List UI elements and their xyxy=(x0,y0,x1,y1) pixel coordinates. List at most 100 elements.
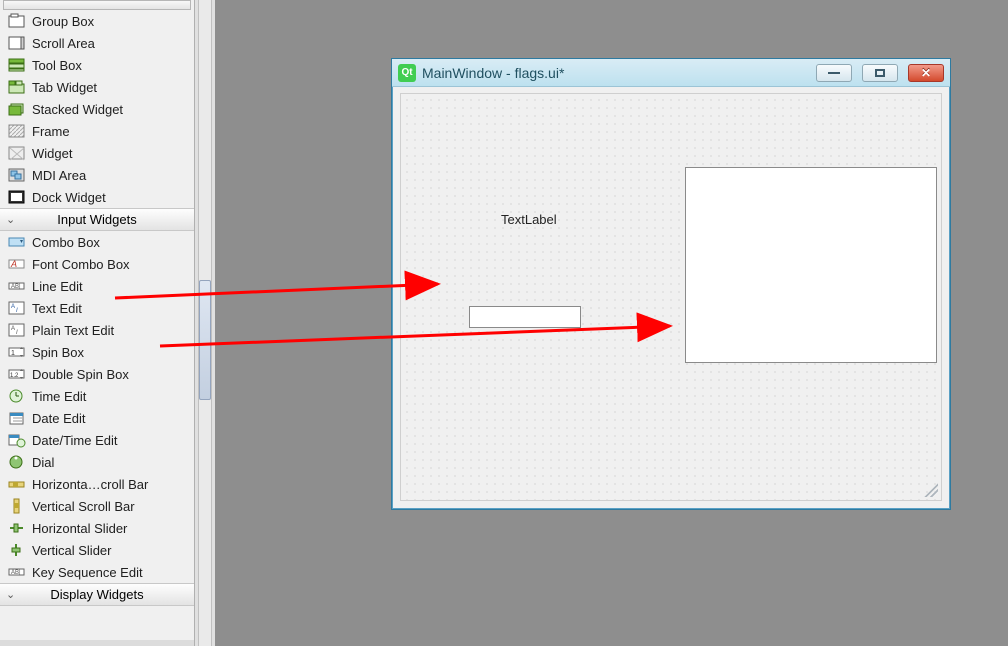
category-input-widgets[interactable]: ⌄ Input Widgets xyxy=(0,208,194,231)
preview-titlebar[interactable]: Qt MainWindow - flags.ui* ✕ xyxy=(392,59,950,87)
svg-text:AB|: AB| xyxy=(11,284,21,290)
widget-item-horizontal-slider[interactable]: Horizontal Slider xyxy=(0,517,194,539)
widget-item-double-spin-box[interactable]: 1.2 Double Spin Box xyxy=(0,363,194,385)
svg-text:1.2: 1.2 xyxy=(10,373,19,379)
svg-text:1: 1 xyxy=(11,350,15,357)
doublespinbox-icon: 1.2 xyxy=(8,366,26,382)
widget-item-label: Key Sequence Edit xyxy=(32,565,143,580)
tabwidget-icon xyxy=(8,79,26,95)
mdiarea-icon xyxy=(8,167,26,183)
widget-item-label: Plain Text Edit xyxy=(32,323,114,338)
groupbox-icon xyxy=(8,13,26,29)
svg-text:AB|: AB| xyxy=(11,570,21,576)
textedit-icon: AI xyxy=(8,300,26,316)
resize-grip-icon[interactable] xyxy=(924,483,938,497)
widget-item-label: Dock Widget xyxy=(32,190,106,205)
widget-item-vertical-slider[interactable]: Vertical Slider xyxy=(0,539,194,561)
widget-item-scroll-area[interactable]: Scroll Area xyxy=(0,32,194,54)
plaintextedit-icon: AI xyxy=(8,322,26,338)
qlabel-widget[interactable]: TextLabel xyxy=(501,212,557,227)
minimize-button[interactable] xyxy=(816,64,852,82)
close-button[interactable]: ✕ xyxy=(908,64,944,82)
widget-item-label: Vertical Scroll Bar xyxy=(32,499,135,514)
widget-item-font-combo-box[interactable]: A Font Combo Box xyxy=(0,253,194,275)
category-display-widgets[interactable]: ⌄ Display Widgets xyxy=(0,583,194,606)
stackedwidget-icon xyxy=(8,101,26,117)
widget-item-text-edit[interactable]: AI Text Edit xyxy=(0,297,194,319)
widget-item-label: Time Edit xyxy=(32,389,86,404)
widget-item-label: Scroll Area xyxy=(32,36,95,51)
widget-item-tool-box[interactable]: Tool Box xyxy=(0,54,194,76)
widget-item-label: Stacked Widget xyxy=(32,102,123,117)
frame-icon xyxy=(8,123,26,139)
widget-item-label: Spin Box xyxy=(32,345,84,360)
widget-item-time-edit[interactable]: Time Edit xyxy=(0,385,194,407)
widget-item-dock-widget[interactable]: Dock Widget xyxy=(0,186,194,208)
keyseq-icon: AB| xyxy=(8,564,26,580)
qt-logo-icon: Qt xyxy=(398,64,416,82)
widget-box-panel: Group Box Scroll Area Tool Box Tab Widge… xyxy=(0,0,195,646)
widget-item-label: MDI Area xyxy=(32,168,86,183)
widget-box-scrollbar[interactable] xyxy=(195,0,215,646)
category-label: Input Widgets xyxy=(57,212,137,227)
widget-item-label: Double Spin Box xyxy=(32,367,129,382)
widget-item-label: Frame xyxy=(32,124,70,139)
widget-item-datetime-edit[interactable]: Date/Time Edit xyxy=(0,429,194,451)
toolbox-icon xyxy=(8,57,26,73)
widget-item-tab-widget[interactable]: Tab Widget xyxy=(0,76,194,98)
widget-item-label: Text Edit xyxy=(32,301,82,316)
widget-item-label: Group Box xyxy=(32,14,94,29)
maximize-button[interactable] xyxy=(862,64,898,82)
widget-item-frame[interactable]: Frame xyxy=(0,120,194,142)
widget-item-label: Horizonta…croll Bar xyxy=(32,477,148,492)
dateedit-icon xyxy=(8,410,26,426)
widget-item-stacked-widget[interactable]: Stacked Widget xyxy=(0,98,194,120)
widget-item-key-sequence-edit[interactable]: AB| Key Sequence Edit xyxy=(0,561,194,583)
widget-item-date-edit[interactable]: Date Edit xyxy=(0,407,194,429)
widget-item-group-box[interactable]: Group Box xyxy=(0,10,194,32)
widget-item-label: Tool Box xyxy=(32,58,82,73)
vslider-icon xyxy=(8,542,26,558)
widget-item-line-edit[interactable]: AB| Line Edit xyxy=(0,275,194,297)
combobox-icon xyxy=(8,234,26,250)
widget-item-label: Tab Widget xyxy=(32,80,97,95)
vscrollbar-icon xyxy=(8,498,26,514)
dial-icon xyxy=(8,454,26,470)
svg-text:A: A xyxy=(11,304,15,310)
svg-text:A: A xyxy=(10,259,17,269)
spinbox-icon: 1 xyxy=(8,344,26,360)
form-design-area[interactable]: TextLabel xyxy=(400,93,942,501)
qtextedit-widget[interactable] xyxy=(685,167,937,363)
widget-item-label: Horizontal Slider xyxy=(32,521,127,536)
category-label: Display Widgets xyxy=(50,587,143,602)
widget-item-label: Date Edit xyxy=(32,411,85,426)
preview-window-title: MainWindow - flags.ui* xyxy=(422,65,564,81)
widget-item-vertical-scroll-bar[interactable]: Vertical Scroll Bar xyxy=(0,495,194,517)
qlineedit-widget[interactable] xyxy=(469,306,581,328)
widget-item-label: Dial xyxy=(32,455,54,470)
widget-item-dial[interactable]: Dial xyxy=(0,451,194,473)
widget-item-widget[interactable]: Widget xyxy=(0,142,194,164)
scrollarea-icon xyxy=(8,35,26,51)
widget-item-plain-text-edit[interactable]: AI Plain Text Edit xyxy=(0,319,194,341)
preview-window[interactable]: Qt MainWindow - flags.ui* ✕ TextLabel xyxy=(391,58,951,510)
widget-item-mdi-area[interactable]: MDI Area xyxy=(0,164,194,186)
widget-box-scrollbar-up[interactable] xyxy=(3,0,191,10)
widget-item-horizontal-scroll-bar[interactable]: Horizonta…croll Bar xyxy=(0,473,194,495)
scrollbar-thumb[interactable] xyxy=(199,280,211,400)
hscrollbar-icon xyxy=(8,476,26,492)
widget-item-label: Line Edit xyxy=(32,279,83,294)
widget-item-spin-box[interactable]: 1 Spin Box xyxy=(0,341,194,363)
widget-item-label: Font Combo Box xyxy=(32,257,130,272)
widget-icon xyxy=(8,145,26,161)
fontcombobox-icon: A xyxy=(8,256,26,272)
widget-item-combo-box[interactable]: Combo Box xyxy=(0,231,194,253)
svg-text:A: A xyxy=(11,326,15,332)
widget-item-label: Widget xyxy=(32,146,72,161)
chevron-down-icon: ⌄ xyxy=(6,213,15,226)
timeedit-icon xyxy=(8,388,26,404)
widget-item-label: Combo Box xyxy=(32,235,100,250)
widget-item-label: Vertical Slider xyxy=(32,543,111,558)
dockwidget-icon xyxy=(8,189,26,205)
designer-canvas[interactable]: Qt MainWindow - flags.ui* ✕ TextLabel xyxy=(215,0,1008,646)
